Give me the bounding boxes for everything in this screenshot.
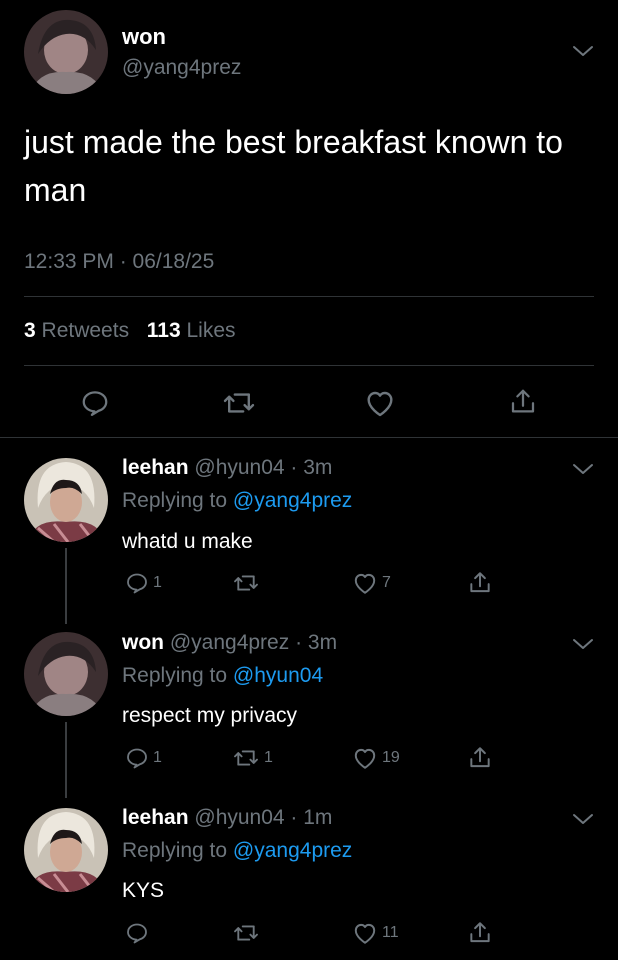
like-icon[interactable] — [352, 746, 378, 770]
share-icon[interactable] — [508, 386, 538, 418]
like-icon[interactable] — [352, 921, 378, 945]
divider — [24, 296, 594, 297]
share-icon[interactable] — [467, 920, 493, 946]
share-icon[interactable] — [467, 570, 493, 596]
tweet-stats: 3 Retweets 113 Likes — [24, 319, 236, 343]
like-action[interactable]: 7 — [352, 571, 391, 595]
chevron-down-icon[interactable] — [572, 812, 594, 826]
replying-to: Replying to @yang4prez — [122, 489, 353, 512]
tweet-text: just made the best breakfast known to ma… — [24, 124, 563, 208]
reply-author-name[interactable]: won — [122, 631, 164, 654]
like-count: 7 — [382, 574, 391, 591]
like-icon[interactable] — [352, 571, 378, 595]
reply-text: KYS — [122, 879, 165, 902]
reply-icon[interactable] — [80, 388, 110, 418]
avatar[interactable] — [24, 458, 108, 542]
mention-link[interactable]: @yang4prez — [233, 489, 352, 512]
avatar[interactable] — [24, 808, 108, 892]
like-action[interactable]: 11 — [352, 921, 399, 945]
author-handle[interactable]: @yang4prez — [122, 56, 241, 80]
thread-line — [65, 722, 67, 798]
reply-icon[interactable] — [125, 571, 149, 595]
author-name[interactable]: won — [122, 24, 166, 50]
retweet-action[interactable]: 1 — [232, 747, 273, 769]
likes-count[interactable]: 113 — [147, 319, 181, 342]
retweet-icon[interactable] — [232, 572, 260, 594]
reply-action[interactable]: 1 — [125, 571, 162, 595]
avatar[interactable] — [24, 632, 108, 716]
reply-icon[interactable] — [125, 746, 149, 770]
replying-to: Replying to @hyun04 — [122, 664, 324, 687]
reply-header: leehan @hyun04 · 3m — [122, 456, 332, 480]
retweet-icon[interactable] — [232, 747, 260, 769]
mention-link[interactable]: @yang4prez — [233, 839, 352, 862]
retweets-label[interactable]: Retweets — [42, 319, 130, 342]
tweet-timestamp: 12:33 PM · 06/18/25 — [24, 250, 215, 273]
retweet-icon[interactable] — [222, 389, 256, 417]
reply-count: 1 — [153, 574, 162, 591]
reply-text: respect my privacy — [122, 704, 298, 727]
reply-icon[interactable] — [125, 921, 149, 945]
share-icon[interactable] — [467, 745, 493, 771]
mention-link[interactable]: @hyun04 — [233, 664, 323, 687]
divider — [0, 437, 618, 438]
retweet-action[interactable] — [232, 572, 264, 594]
reply-handle-time[interactable]: @hyun04 · 3m — [194, 456, 332, 479]
reply-action[interactable]: 1 — [125, 746, 162, 770]
reply-handle-time[interactable]: @hyun04 · 1m — [194, 806, 332, 829]
reply-author-name[interactable]: leehan — [122, 456, 189, 479]
reply-header: leehan @hyun04 · 1m — [122, 806, 332, 830]
like-count: 11 — [382, 924, 399, 941]
reply-header: won @yang4prez · 3m — [122, 631, 337, 655]
divider — [24, 365, 594, 366]
reply-handle-time[interactable]: @yang4prez · 3m — [170, 631, 337, 654]
like-icon[interactable] — [364, 388, 396, 418]
replying-to: Replying to @yang4prez — [122, 839, 353, 862]
retweet-count: 1 — [264, 749, 273, 766]
reply-author-name[interactable]: leehan — [122, 806, 189, 829]
like-action[interactable]: 19 — [352, 746, 400, 770]
chevron-down-icon[interactable] — [572, 44, 594, 58]
retweets-count[interactable]: 3 — [24, 319, 36, 342]
chevron-down-icon[interactable] — [572, 462, 594, 476]
avatar[interactable] — [24, 10, 108, 94]
reply-action[interactable] — [125, 921, 153, 945]
like-count: 19 — [382, 749, 400, 766]
retweet-action[interactable] — [232, 922, 264, 944]
chevron-down-icon[interactable] — [572, 637, 594, 651]
thread-line — [65, 548, 67, 624]
retweet-icon[interactable] — [232, 922, 260, 944]
likes-label[interactable]: Likes — [187, 319, 236, 342]
reply-text: whatd u make — [122, 530, 253, 553]
reply-count: 1 — [153, 749, 162, 766]
